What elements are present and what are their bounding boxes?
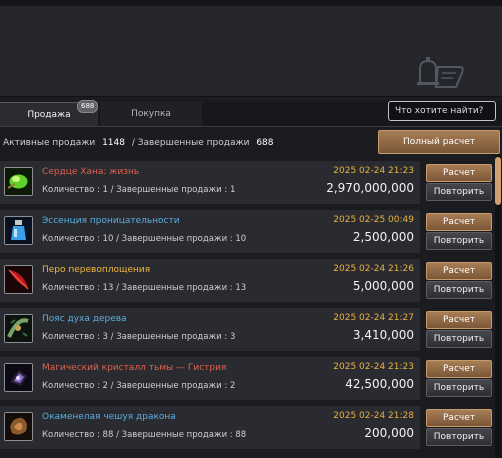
- list-item: Перо перевоплощения Количество : 13 / За…: [0, 259, 420, 303]
- item-name: Перо перевоплощения: [42, 265, 151, 275]
- item-date: 2025 02-24 21:23: [333, 166, 414, 176]
- item-name: Пояс духа дерева: [42, 314, 127, 324]
- item-price: 200,000: [364, 426, 414, 440]
- summary-separator: /: [131, 138, 135, 148]
- item-name: Окаменелая чешуя дракона: [42, 412, 176, 422]
- item-date: 2025 02-24 21:27: [333, 313, 414, 323]
- item-price: 3,410,000: [352, 328, 414, 342]
- tab-sales-label: Продажа: [27, 110, 71, 120]
- top-panel: [0, 0, 502, 97]
- item-price: 5,000,000: [352, 279, 414, 293]
- top-strip: [0, 0, 502, 6]
- repeat-button[interactable]: Повторить: [426, 428, 492, 446]
- calc-button[interactable]: Расчет: [426, 409, 492, 427]
- item-quantity: Количество : 10 / Завершенные продажи : …: [42, 234, 247, 244]
- green-orb-icon: [4, 167, 33, 196]
- list-item: Эссенция проницательности Количество : 1…: [0, 210, 420, 254]
- item-quantity: Количество : 13 / Завершенные продажи : …: [42, 283, 247, 293]
- dragon-scale-icon: [4, 412, 33, 441]
- calc-button[interactable]: Расчет: [426, 262, 492, 280]
- search-input[interactable]: [388, 101, 496, 121]
- calc-button[interactable]: Расчет: [426, 164, 492, 182]
- item-name: Эссенция проницательности: [42, 216, 180, 226]
- dark-crystal-icon: [4, 363, 33, 392]
- list-item: Окаменелая чешуя дракона Количество : 88…: [0, 406, 420, 450]
- item-quantity: Количество : 88 / Завершенные продажи : …: [42, 430, 247, 440]
- item-date: 2025 02-24 21:26: [333, 264, 414, 274]
- full-calc-button[interactable]: Полный расчет: [378, 130, 500, 154]
- sales-count-badge: 688: [77, 100, 99, 113]
- tab-purchase[interactable]: Покупка: [100, 102, 202, 126]
- calc-button[interactable]: Расчет: [426, 213, 492, 231]
- item-price: 2,970,000,000: [326, 181, 414, 195]
- repeat-button[interactable]: Повторить: [426, 183, 492, 201]
- belt-icon: [4, 314, 33, 343]
- completed-sales-label: Завершенные продажи: [137, 138, 250, 148]
- item-quantity: Количество : 2 / Завершенные продажи : 2: [42, 381, 236, 391]
- calc-button[interactable]: Расчет: [426, 360, 492, 378]
- mail-scroll-icon[interactable]: [412, 55, 466, 91]
- item-quantity: Количество : 3 / Завершенные продажи : 3: [42, 332, 236, 342]
- sales-list: Сердце Хана: жизнь Количество : 1 / Заве…: [0, 161, 494, 458]
- calc-button[interactable]: Расчет: [426, 311, 492, 329]
- scrollbar-thumb[interactable]: [495, 157, 501, 205]
- active-sales-count: 1148: [102, 138, 125, 148]
- item-date: 2025 02-24 21:28: [333, 411, 414, 421]
- repeat-button[interactable]: Повторить: [426, 281, 492, 299]
- item-date: 2025 02-24 21:23: [333, 362, 414, 372]
- item-price: 2,500,000: [352, 230, 414, 244]
- repeat-button[interactable]: Повторить: [426, 330, 492, 348]
- sales-summary: Активные продажи 1148 / Завершенные прод…: [3, 138, 278, 148]
- item-name: Сердце Хана: жизнь: [42, 167, 140, 177]
- completed-sales-count: 688: [256, 138, 274, 148]
- item-quantity: Количество : 1 / Завершенные продажи : 1: [42, 185, 236, 195]
- repeat-button[interactable]: Повторить: [426, 232, 492, 250]
- item-price: 42,500,000: [345, 377, 414, 391]
- tab-sales[interactable]: Продажа 688: [0, 100, 99, 126]
- list-item: Сердце Хана: жизнь Количество : 1 / Заве…: [0, 161, 420, 205]
- tab-purchase-label: Покупка: [131, 109, 171, 119]
- list-item: Пояс духа дерева Количество : 3 / Заверш…: [0, 308, 420, 352]
- list-item: Магический кристалл тьмы — Гистрия Колич…: [0, 357, 420, 401]
- item-date: 2025 02-25 00:49: [333, 215, 414, 225]
- red-feather-icon: [4, 265, 33, 294]
- repeat-button[interactable]: Повторить: [426, 379, 492, 397]
- blue-potion-icon: [4, 216, 33, 245]
- item-name: Магический кристалл тьмы — Гистрия: [42, 363, 227, 373]
- active-sales-label: Активные продажи: [3, 138, 96, 148]
